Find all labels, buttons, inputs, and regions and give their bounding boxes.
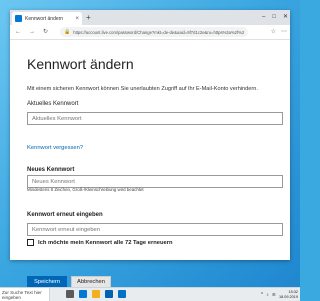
system-tray: ^ ♪ ≋ 15:32 18.09.2019	[261, 288, 298, 301]
navigation-bar: ← → ↻ 🔒 https://account.live.com/passwor…	[10, 25, 290, 40]
address-bar[interactable]: 🔒 https://account.live.com/password/Chan…	[60, 27, 248, 37]
tab-kennwort-aendern[interactable]: Kennwort ändern ×	[12, 12, 82, 25]
task-view-icon[interactable]	[66, 290, 74, 298]
system-clock[interactable]: 15:32 18.09.2019	[279, 290, 298, 299]
expiry-checkbox[interactable]	[27, 239, 34, 246]
current-password-label: Aktuelles Kennwort	[27, 101, 79, 107]
taskbar: Zur Suche Text hier eingeben ^ ♪ ≋ 15:32…	[0, 287, 300, 301]
volume-icon[interactable]: ♪	[266, 292, 269, 298]
new-password-label: Neues Kennwort	[27, 167, 75, 173]
more-menu-icon[interactable]: ⋯	[281, 27, 287, 37]
taskbar-search-box[interactable]: Zur Suche Text hier eingeben	[0, 288, 50, 301]
tab-close-icon[interactable]: ×	[75, 16, 79, 22]
expiry-checkbox-row[interactable]: Ich möchte mein Kennwort alle 72 Tage er…	[27, 239, 173, 246]
confirm-password-input[interactable]	[27, 223, 283, 236]
browser-window: Kennwort ändern × + – □ ✕ ← → ↻ 🔒 https:…	[10, 10, 290, 288]
favorite-star-icon[interactable]: ☆	[271, 27, 276, 37]
network-icon[interactable]: ≋	[272, 292, 276, 298]
microsoft-favicon-icon	[15, 15, 22, 22]
lock-icon: 🔒	[64, 29, 71, 35]
new-tab-icon[interactable]: +	[86, 12, 91, 24]
store-icon[interactable]	[105, 290, 113, 298]
reload-icon[interactable]: ↻	[43, 27, 48, 37]
url-text[interactable]: https://account.live.com/password/Change…	[73, 30, 244, 35]
taskbar-pinned-apps	[66, 290, 126, 298]
confirm-password-label: Kennwort erneut eingeben	[27, 212, 103, 218]
back-icon[interactable]: ←	[15, 27, 21, 37]
window-controls: – □ ✕	[262, 11, 288, 23]
file-explorer-icon[interactable]	[92, 290, 100, 298]
forward-icon[interactable]: →	[29, 27, 35, 37]
tab-title: Kennwort ändern	[25, 15, 64, 22]
tray-chevron-icon[interactable]: ^	[261, 292, 263, 298]
current-password-input[interactable]	[27, 112, 283, 125]
mail-icon[interactable]	[118, 290, 126, 298]
page-title: Kennwort ändern	[27, 56, 134, 72]
minimize-icon[interactable]: –	[262, 11, 265, 23]
edge-browser-icon[interactable]	[79, 290, 87, 298]
clock-date: 18.09.2019	[278, 294, 298, 299]
forgot-password-link[interactable]: Kennwort vergessen?	[27, 145, 83, 151]
tab-strip: Kennwort ändern × + – □ ✕	[10, 10, 290, 25]
page-description: Mit einem sicheren Kennwort können Sie u…	[27, 86, 258, 92]
page-content: Kennwort ändern Mit einem sicheren Kennw…	[10, 40, 290, 288]
toolbar-icons: ☆ ⋯	[271, 27, 287, 37]
expiry-checkbox-label[interactable]: Ich möchte mein Kennwort alle 72 Tage er…	[38, 240, 173, 246]
maximize-icon[interactable]: □	[272, 11, 276, 23]
close-window-icon[interactable]: ✕	[283, 11, 288, 23]
password-hint: Mindestens 8 Zeichen, Groß-/Kleinschreib…	[27, 187, 144, 192]
